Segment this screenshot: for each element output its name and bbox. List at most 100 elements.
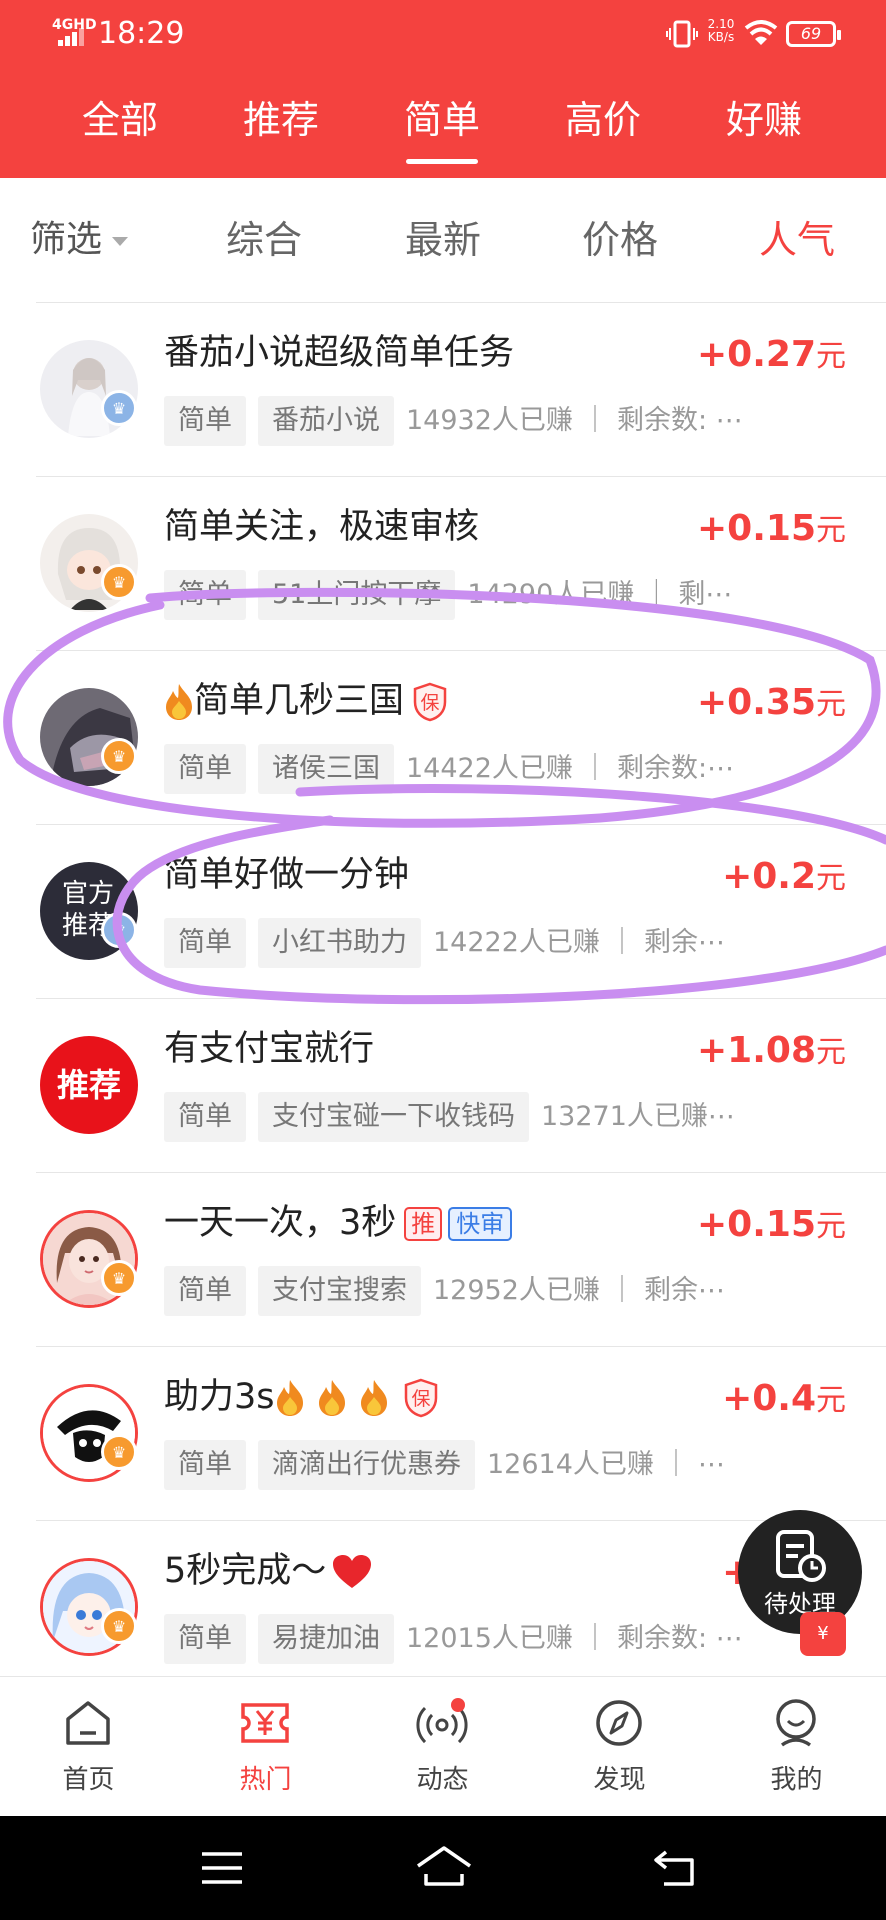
task-reward: +0.27元 <box>697 332 846 380</box>
avatar-text: 推荐 <box>56 1066 121 1104</box>
task-item[interactable]: ♛ 一天一次，3秒推快审 +0.15元 简单 支付宝搜索 12952人已赚 ｜ 剩余… <box>0 1172 886 1346</box>
guarantee-badge-icon: 保 <box>404 1378 437 1418</box>
app-header: 4GHD 18:29 2.10 KB/s 69 全部 推荐 简单 高价 好赚 <box>0 0 886 178</box>
task-reward: +0.4元 <box>722 1376 846 1424</box>
home-system-icon[interactable] <box>414 1844 474 1888</box>
task-item[interactable]: 推荐 有支付宝就行 +1.08元 简单 支付宝碰一下收钱码 13271人已赚⋯ <box>0 998 886 1172</box>
task-reward: +0.15元 <box>697 506 846 554</box>
task-reward: +0.35元 <box>697 680 846 728</box>
status-bar: 4GHD 18:29 2.10 KB/s 69 <box>0 0 886 70</box>
tag-app: 诸侯三国 <box>258 744 394 794</box>
tag-app: 支付宝搜索 <box>258 1266 421 1316</box>
task-clock-icon <box>776 1530 826 1582</box>
sort-newest[interactable]: 最新 <box>373 216 513 264</box>
fire-icon <box>360 1380 387 1416</box>
tag-category: 简单 <box>164 1440 246 1490</box>
category-tabs: 全部 推荐 简单 高价 好赚 <box>0 90 886 178</box>
sort-bar: 筛选 综合 最新 价格 人气 <box>0 178 886 302</box>
crown-badge-icon: ♛ <box>101 1434 137 1470</box>
task-item[interactable]: ♛ 助力3s 保 +0.4元 简单 滴滴出行优惠券 12614人已赚 ｜ ⋯ <box>0 1346 886 1520</box>
tag-app: 小红书助力 <box>258 918 421 968</box>
divider <box>36 1520 886 1521</box>
task-tags: 简单 小红书助力 14222人已赚 ｜ 剩余⋯ <box>164 918 774 968</box>
battery-level: 69 <box>800 24 822 43</box>
tab-high-price[interactable]: 高价 <box>522 90 684 150</box>
broadcast-icon <box>416 1698 468 1744</box>
back-icon[interactable] <box>652 1846 698 1888</box>
crown-badge-icon: ♛ <box>101 1608 137 1644</box>
reward-unit: 元 <box>816 687 846 722</box>
crown-badge-icon: ♛ <box>101 564 137 600</box>
tag-category: 简单 <box>164 1614 246 1664</box>
nav-profile[interactable]: 我的 <box>708 1677 885 1817</box>
tag-category: 简单 <box>164 744 246 794</box>
home-icon <box>66 1701 110 1745</box>
task-tags: 简单 易捷加油 12015人已赚 ｜ 剩余数: ⋯ <box>164 1614 774 1664</box>
task-title-text: 5秒完成～ <box>164 1551 327 1591</box>
task-title: 简单几秒三国保 <box>164 678 448 724</box>
reward-unit: 元 <box>816 513 846 548</box>
menu-icon[interactable] <box>200 1850 244 1886</box>
nav-label: 首页 <box>62 1765 115 1795</box>
task-tags: 简单 51上门按下摩 14290人已赚 ｜ 剩⋯ <box>164 570 774 620</box>
tag-app: 番茄小说 <box>258 396 394 446</box>
tag-app: 滴滴出行优惠券 <box>258 1440 475 1490</box>
ticket-icon <box>241 1703 289 1743</box>
crown-badge-icon: ♛ <box>101 1260 137 1296</box>
nav-home[interactable]: 首页 <box>0 1677 177 1817</box>
fire-icon <box>276 1380 303 1416</box>
task-tags: 简单 番茄小说 14932人已赚 ｜ 剩余数: ⋯ <box>164 396 774 446</box>
task-title: 简单关注，极速审核 <box>164 507 480 547</box>
sort-comprehensive[interactable]: 综合 <box>194 216 334 264</box>
recommend-badge: 推 <box>404 1207 443 1241</box>
filter-label: 筛选 <box>30 219 103 260</box>
tab-all[interactable]: 全部 <box>39 90 201 150</box>
task-reward: +0.15元 <box>697 1202 846 1250</box>
sort-price[interactable]: 价格 <box>550 216 690 264</box>
divider <box>36 650 886 651</box>
task-title: 番茄小说超级简单任务 <box>164 333 515 373</box>
task-item[interactable]: ♛ 番茄小说超级简单任务 +0.27元 简单 番茄小说 14932人已赚 ｜ 剩余数… <box>0 302 886 476</box>
filter-button[interactable]: 筛选 <box>30 216 129 264</box>
red-envelope-icon[interactable]: ¥ <box>800 1612 846 1656</box>
divider <box>36 1172 886 1173</box>
reward-amount: +0.2 <box>722 856 816 897</box>
tag-app: 支付宝碰一下收钱码 <box>258 1092 529 1142</box>
task-reward: +0.2元 <box>722 854 846 902</box>
system-nav-bar <box>0 1816 886 1920</box>
sort-popularity[interactable]: 人气 <box>727 216 867 264</box>
task-tags: 简单 诸侯三国 14422人已赚 ｜ 剩余数:⋯ <box>164 744 774 794</box>
task-title: 5秒完成～ <box>164 1548 372 1594</box>
task-tags: 简单 支付宝碰一下收钱码 13271人已赚⋯ <box>164 1092 774 1142</box>
task-item[interactable]: ♛ 简单关注，极速审核 +0.15元 简单 51上门按下摩 14290人已赚 ｜ 剩… <box>0 476 886 650</box>
divider <box>36 998 886 999</box>
crown-badge-icon: ♛ <box>101 738 137 774</box>
tab-recommend[interactable]: 推荐 <box>200 90 362 150</box>
guarantee-badge-label: 保 <box>421 692 440 714</box>
reward-amount: +0.35 <box>697 682 816 723</box>
profile-icon <box>776 1699 816 1747</box>
divider <box>36 1346 886 1347</box>
nav-activity[interactable]: 动态 <box>354 1677 531 1817</box>
task-title-text: 助力3s <box>164 1377 275 1417</box>
tag-app: 易捷加油 <box>258 1614 394 1664</box>
tab-easy-earn[interactable]: 好赚 <box>683 90 845 150</box>
task-stats: 12015人已赚 ｜ 剩余数: ⋯ <box>406 1623 743 1654</box>
tag-app: 51上门按下摩 <box>258 570 456 620</box>
nav-discover[interactable]: 发现 <box>531 1677 708 1817</box>
reward-unit: 元 <box>816 861 846 896</box>
nav-label: 发现 <box>593 1765 646 1795</box>
tag-category: 简单 <box>164 396 246 446</box>
guarantee-badge-label: 保 <box>411 1388 430 1410</box>
avatar: 推荐 <box>40 1036 138 1134</box>
bottom-nav: 首页 热门 动态 发现 我的 <box>0 1676 886 1816</box>
task-item[interactable]: 官方推荐 ♛ 简单好做一分钟 +0.2元 简单 小红书助力 14222人已赚 ｜ 剩… <box>0 824 886 998</box>
tab-simple[interactable]: 简单 <box>361 90 523 164</box>
task-stats: 14422人已赚 ｜ 剩余数:⋯ <box>406 753 735 784</box>
task-item[interactable]: ♛ 简单几秒三国保 +0.35元 简单 诸侯三国 14422人已赚 ｜ 剩余数:⋯ <box>0 650 886 824</box>
wifi-icon <box>744 20 778 45</box>
divider <box>36 824 886 825</box>
task-stats: 14222人已赚 ｜ 剩余⋯ <box>433 927 726 958</box>
reward-unit: 元 <box>816 1209 846 1244</box>
nav-hot[interactable]: 热门 <box>177 1677 354 1817</box>
